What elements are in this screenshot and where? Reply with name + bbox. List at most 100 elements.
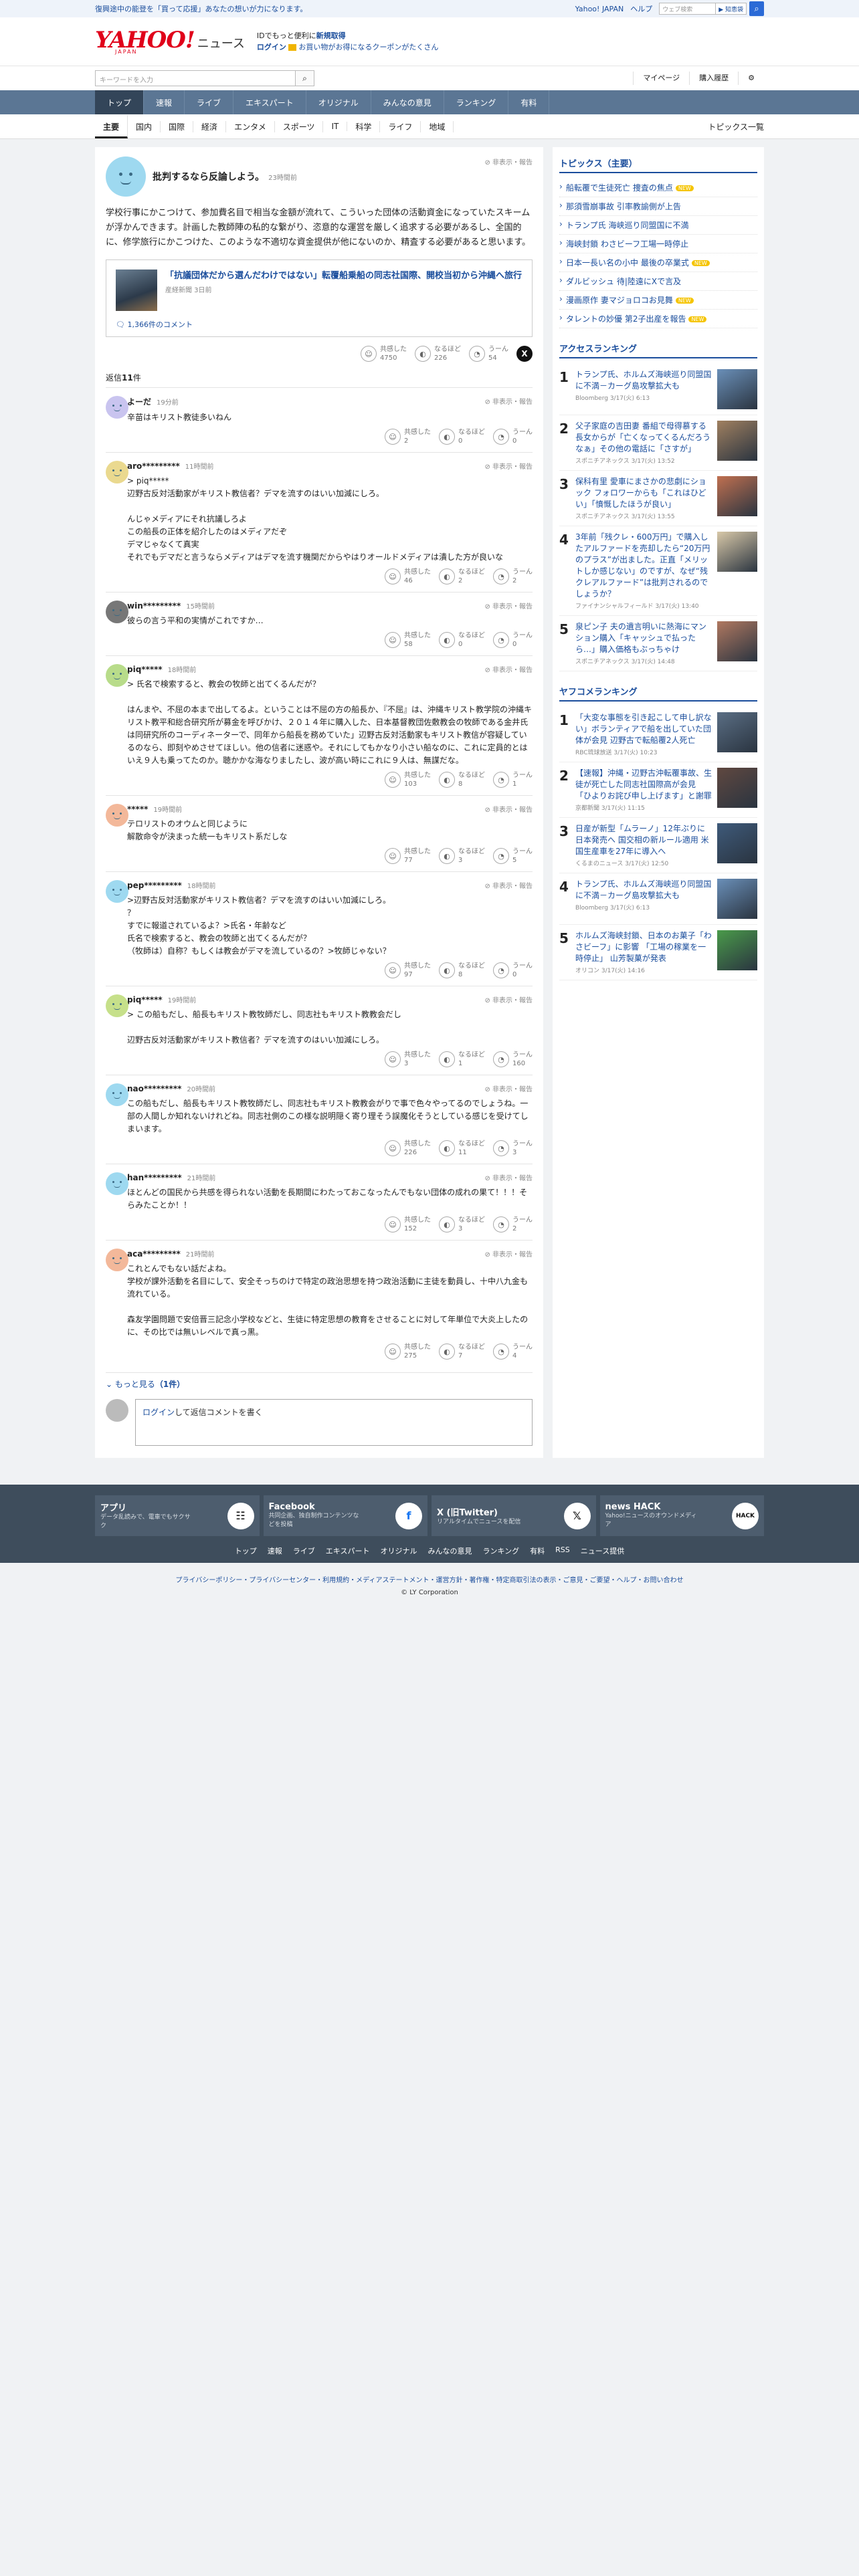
hmm-button[interactable]: ◔ うーん 0 — [493, 428, 533, 445]
policy-links[interactable]: プライバシーポリシー・プライバシーセンター・利用規約・メディアステートメント・運… — [0, 1575, 859, 1587]
footer-link[interactable]: オリジナル — [380, 1545, 417, 1556]
footer-link[interactable]: 速報 — [268, 1545, 282, 1556]
footer-card[interactable]: news HACK Yahoo!ニュースのオウンドメディア HACK — [599, 1495, 764, 1536]
useful-button[interactable]: ◐ なるほど 1 — [439, 1051, 485, 1068]
report-link[interactable]: ⊘ 非表示・報告 — [484, 1172, 533, 1182]
nav-item[interactable]: みんなの意見 — [371, 90, 444, 114]
topic-item[interactable]: 船転覆で生徒死亡 捜査の焦点NEW — [559, 179, 757, 197]
ranking-item[interactable]: 4 3年前「残クレ・600万円」で購入したアルファードを売却したら“20万円のプラ… — [559, 526, 757, 616]
reply-author[interactable]: pep********* — [127, 881, 182, 890]
topic-item[interactable]: 海峡封鎖 わさビーフ工場一時停止 — [559, 235, 757, 253]
report-link[interactable]: ⊘ 非表示・報告 — [484, 156, 533, 167]
report-link[interactable]: ⊘ 非表示・報告 — [484, 396, 533, 406]
topic-item[interactable]: タレントの妙優 第2子出産を報告NEW — [559, 310, 757, 328]
article-card[interactable]: 「抗議団体だから選んだわけではない」転覆船乗船の同志社国際、開校当初から沖縄へ旅… — [106, 259, 533, 337]
category-tab[interactable]: スポーツ — [275, 120, 324, 132]
hmm-button[interactable]: ◔ うーん 2 — [493, 568, 533, 585]
x-share-icon[interactable]: X — [516, 346, 533, 362]
rank-title[interactable]: トランプ氏、ホルムズ海峡巡り同盟国に不満－カーグ島攻撃拡大も — [575, 369, 712, 392]
gear-icon[interactable]: ⚙ — [738, 72, 764, 85]
nav-item[interactable]: トップ — [95, 90, 145, 114]
nav-item[interactable]: ライブ — [185, 90, 234, 114]
report-link[interactable]: ⊘ 非表示・報告 — [484, 1249, 533, 1259]
yahoo-japan-link[interactable]: Yahoo! JAPAN — [575, 5, 624, 13]
chiebukuro-button[interactable]: ▶ 知恵袋 — [716, 3, 747, 15]
news-wordmark[interactable]: ニュース — [197, 34, 245, 51]
report-link[interactable]: ⊘ 非表示・報告 — [484, 994, 533, 1004]
category-tab[interactable]: 科学 — [347, 120, 381, 132]
ranking-item[interactable]: 5 泉ピン子 夫の遺言明いに熱海にマンション購入「キャッシュで払ったら…」購入価格… — [559, 616, 757, 671]
reply-author[interactable]: ***** — [127, 804, 148, 814]
agree-button[interactable]: ☺ 共感した 77 — [385, 847, 431, 865]
reply-author[interactable]: aca********* — [127, 1249, 181, 1259]
agree-button[interactable]: ☺ 共感した 46 — [385, 568, 431, 585]
category-tab[interactable]: 主要 — [95, 114, 128, 138]
hmm-button[interactable]: ◔ うーん 4 — [493, 1343, 533, 1360]
agree-button[interactable]: ☺ 共感した 3 — [385, 1051, 431, 1068]
reply-author[interactable]: win********* — [127, 601, 181, 611]
rank-title[interactable]: 保科有里 愛車にまさかの悲劇にショック フォロワーからも「これはひどい」「憤慨し… — [575, 476, 712, 510]
hmm-button[interactable]: ◔ うーん 3 — [493, 1140, 533, 1157]
useful-button[interactable]: ◐ なるほど 0 — [439, 428, 485, 445]
nav-item[interactable]: 有料 — [508, 90, 550, 114]
ranking-item[interactable]: 1 トランプ氏、ホルムズ海峡巡り同盟国に不満－カーグ島攻撃拡大も Bloomberg… — [559, 364, 757, 415]
reply-author[interactable]: よーだ — [127, 396, 151, 407]
report-link[interactable]: ⊘ 非表示・報告 — [484, 1083, 533, 1093]
keyword-search-button[interactable]: ⌕ — [296, 70, 314, 86]
useful-button[interactable]: ◐ なるほど 7 — [439, 1343, 485, 1360]
agree-button[interactable]: ☺ 共感した 152 — [385, 1216, 431, 1233]
search-icon[interactable]: ⌕ — [749, 1, 764, 16]
keyword-input[interactable]: キーワードを入力 — [95, 70, 296, 86]
reply-author[interactable]: aro********* — [127, 461, 180, 471]
article-title[interactable]: 「抗議団体だから選んだわけではない」転覆船乗船の同志社国際、開校当初から沖縄へ旅… — [165, 270, 522, 282]
useful-button[interactable]: ◐ なるほど 3 — [439, 847, 485, 865]
nav-item[interactable]: ランキング — [444, 90, 509, 114]
category-tab[interactable]: 国際 — [161, 120, 194, 132]
topic-item[interactable]: 漫画原作 妻マジョロコお見舞NEW — [559, 291, 757, 310]
footer-link[interactable]: ランキング — [482, 1545, 519, 1556]
category-tab[interactable]: 国内 — [128, 120, 161, 132]
footer-link[interactable]: みんなの意見 — [427, 1545, 472, 1556]
category-tab[interactable]: 経済 — [193, 120, 227, 132]
useful-button[interactable]: ◐ なるほど 226 — [415, 345, 461, 362]
rank-title[interactable]: 「大変な事態を引き起こして申し訳ない」ボランティアで船を出していた団体が会見 辺… — [575, 712, 712, 746]
purchase-history-link[interactable]: 購入履歴 — [689, 72, 738, 85]
topic-item[interactable]: 日本一長い名の小中 最後の卒業式NEW — [559, 253, 757, 272]
hmm-button[interactable]: ◔ うーん 0 — [493, 631, 533, 649]
useful-button[interactable]: ◐ なるほど 8 — [439, 962, 485, 979]
footer-card[interactable]: Facebook 共同企画、独自制作コンテンツなどを投稿 f — [263, 1495, 427, 1536]
rank-title[interactable]: 日産が新型「ムラーノ」12年ぶりに日本発売へ 国交相の新ルール適用 米国生産車を… — [575, 823, 712, 857]
footer-link[interactable]: ニュース提供 — [581, 1545, 624, 1556]
agree-button[interactable]: ☺ 共感した 58 — [385, 631, 431, 649]
hmm-button[interactable]: ◔ うーん 1 — [493, 771, 533, 788]
nav-item[interactable]: エキスパート — [233, 90, 306, 114]
footer-link[interactable]: 有料 — [530, 1545, 545, 1556]
yahoo-logo[interactable]: YAHOO! JAPAN — [95, 29, 195, 55]
rank-title[interactable]: 父子家庭の吉田妻 番組で母得慕する長女からが「亡くなってくるんだろうなぁ」その他… — [575, 421, 712, 455]
reply-author[interactable]: piq***** — [127, 665, 163, 674]
ranking-item[interactable]: 2 【速報】沖縄・辺野古沖転覆事故、生徒が死亡した同志社国際高が会見 「ひよりお詫… — [559, 762, 757, 818]
agree-button[interactable]: ☺ 共感した 4750 — [361, 345, 407, 362]
ranking-item[interactable]: 4 トランプ氏、ホルムズ海峡巡り同盟国に不満－カーグ島攻撃拡大も Bloomberg… — [559, 873, 757, 925]
footer-link[interactable]: ライブ — [293, 1545, 315, 1556]
hmm-button[interactable]: ◔ うーん 54 — [469, 345, 508, 362]
useful-button[interactable]: ◐ なるほど 2 — [439, 568, 485, 585]
category-tab[interactable]: IT — [323, 122, 348, 131]
report-link[interactable]: ⊘ 非表示・報告 — [484, 664, 533, 674]
topic-item[interactable]: ダルビッシュ 待|陸遠にXで言及 — [559, 272, 757, 291]
show-more-button[interactable]: ⌄ もっと見る（1件） — [106, 1372, 533, 1395]
topic-item[interactable]: トランプ氏 海峡巡り同盟国に不満 — [559, 216, 757, 235]
footer-link[interactable]: RSS — [555, 1545, 570, 1556]
rank-title[interactable]: トランプ氏、ホルムズ海峡巡り同盟国に不満－カーグ島攻撃拡大も — [575, 879, 712, 901]
topics-list-link[interactable]: トピックス一覧 — [708, 121, 764, 132]
ranking-item[interactable]: 5 ホルムズ海峡封鎖、日本のお菓子「わさビーフ」に影響 「工場の稼業を一時停止」 … — [559, 925, 757, 980]
useful-button[interactable]: ◐ なるほど 3 — [439, 1216, 485, 1233]
useful-button[interactable]: ◐ なるほど 11 — [439, 1140, 485, 1157]
hmm-button[interactable]: ◔ うーん 5 — [493, 847, 533, 865]
footer-card[interactable]: アプリ データ乱読みで、電車でもサクサク ☷ — [95, 1495, 260, 1536]
topic-item[interactable]: 那須雪崩事故 引率教諭側が上告 — [559, 197, 757, 216]
report-link[interactable]: ⊘ 非表示・報告 — [484, 601, 533, 611]
hmm-button[interactable]: ◔ うーん 0 — [493, 962, 533, 979]
agree-button[interactable]: ☺ 共感した 103 — [385, 771, 431, 788]
report-link[interactable]: ⊘ 非表示・報告 — [484, 461, 533, 471]
